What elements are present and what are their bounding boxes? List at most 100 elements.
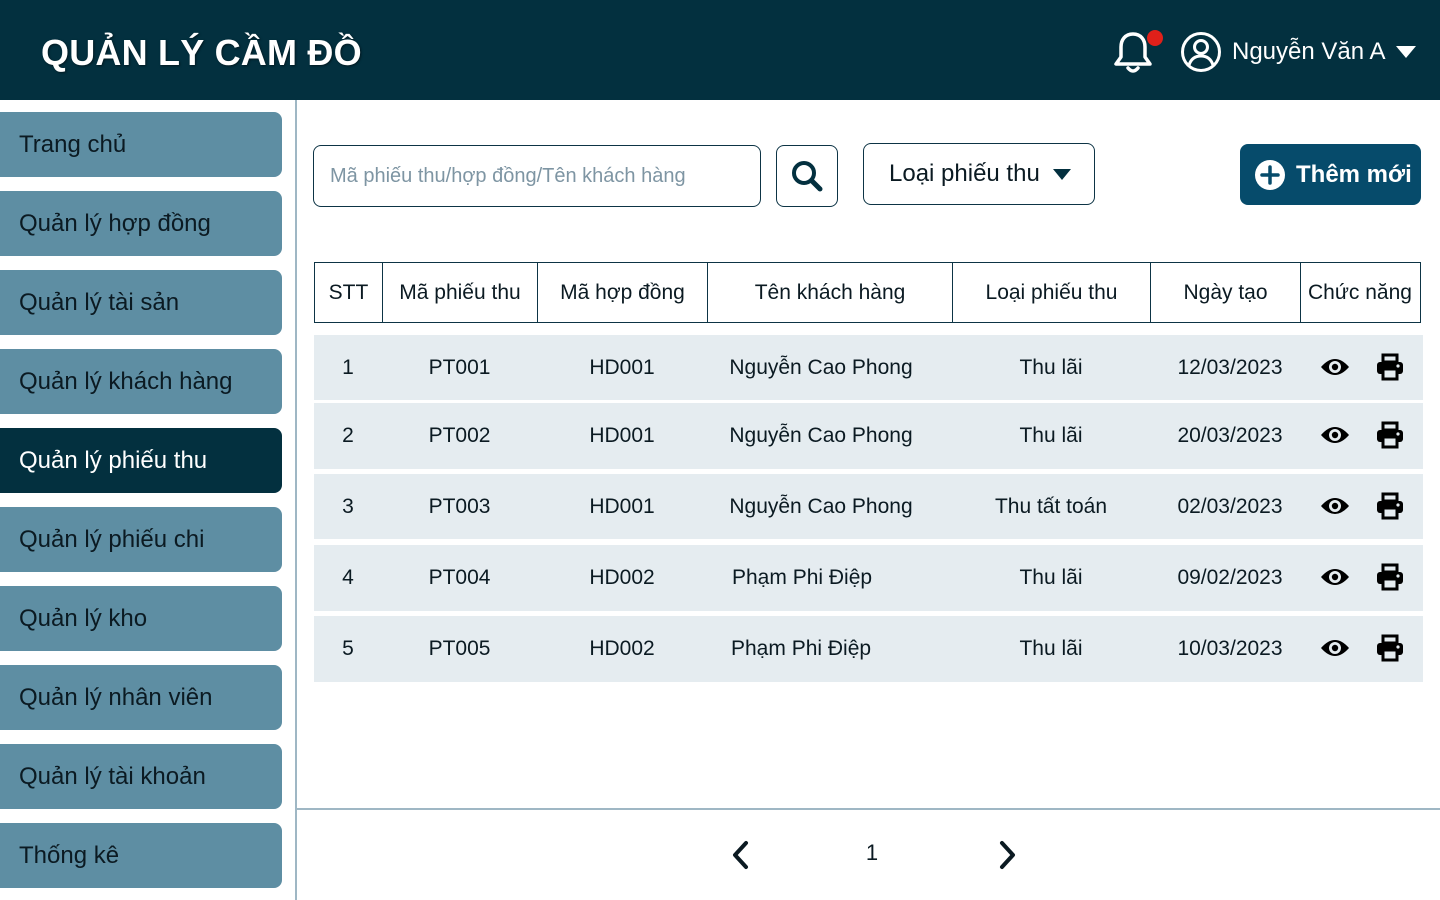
cell-customer: Phạm Phi Điệp	[731, 637, 872, 660]
sidebar-item-label: Quản lý hợp đồng	[19, 209, 211, 237]
column-header: Chức năng	[1308, 280, 1412, 304]
user-menu[interactable]: Nguyễn Văn A	[1180, 30, 1417, 74]
column-header: Mã hợp đồng	[538, 263, 708, 322]
sidebar-item-label: Quản lý phiếu thu	[19, 446, 208, 474]
printer-icon	[1377, 563, 1403, 591]
print-button[interactable]	[1374, 561, 1406, 593]
previous-page-button[interactable]	[723, 838, 757, 872]
cell-customer: Nguyễn Cao Phong	[729, 355, 913, 379]
cell-date: 20/03/2023	[1177, 424, 1283, 447]
sidebar-item-label: Thống kê	[19, 841, 120, 869]
cell-contract-id: HD001	[589, 424, 655, 447]
table-header: STT Mã phiếu thu Mã hợp đồng Tên khách h…	[314, 262, 1421, 323]
table-row: 1 PT001 HD001 Nguyễn Cao Phong Thu lãi 1…	[314, 335, 1423, 400]
receipt-type-select[interactable]: Loại phiếu thu	[863, 143, 1095, 205]
sidebar-item-statistics[interactable]: Thống kê	[0, 823, 282, 888]
eye-icon	[1321, 498, 1349, 514]
print-button[interactable]	[1374, 419, 1406, 451]
eye-icon	[1321, 427, 1349, 443]
sidebar-item-customers[interactable]: Quản lý khách hàng	[0, 349, 282, 414]
cell-stt: 1	[342, 355, 354, 379]
user-circle-icon	[1181, 32, 1221, 72]
sidebar-item-label: Quản lý phiếu chi	[19, 525, 205, 553]
add-new-label: Thêm mới	[1296, 160, 1412, 188]
app-title: QUẢN LÝ CẦM ĐỒ	[41, 32, 362, 73]
cell-stt: 5	[342, 637, 354, 660]
column-header: Ngày tạo	[1151, 263, 1301, 322]
sidebar-item-assets[interactable]: Quản lý tài sản	[0, 270, 282, 335]
printer-icon	[1377, 492, 1403, 520]
page-number[interactable]: 1	[856, 840, 888, 870]
next-page-button[interactable]	[991, 838, 1025, 872]
cell-type: Thu lãi	[1019, 566, 1083, 589]
sidebar-item-label: Quản lý tài sản	[19, 288, 180, 316]
print-button[interactable]	[1374, 351, 1406, 383]
printer-icon	[1377, 353, 1403, 381]
cell-contract-id: HD002	[589, 637, 655, 660]
sidebar-item-accounts[interactable]: Quản lý tài khoản	[0, 744, 282, 809]
sidebar-item-label: Quản lý khách hàng	[19, 367, 233, 395]
cell-stt: 2	[342, 424, 354, 447]
sidebar-item-warehouse[interactable]: Quản lý kho	[0, 586, 282, 651]
print-button[interactable]	[1374, 632, 1406, 664]
cell-date: 12/03/2023	[1177, 355, 1283, 379]
cell-date: 09/02/2023	[1177, 566, 1283, 589]
cell-contract-id: HD001	[589, 494, 655, 518]
sidebar-item-employees[interactable]: Quản lý nhân viên	[0, 665, 282, 730]
sidebar: Trang chủ Quản lý hợp đồng Quản lý tài s…	[0, 100, 297, 900]
cell-receipt-id: PT004	[428, 566, 491, 589]
chevron-down-icon	[1052, 168, 1071, 180]
search-button[interactable]	[776, 145, 838, 207]
search-input[interactable]	[313, 145, 761, 207]
view-button[interactable]	[1319, 490, 1351, 522]
sidebar-item-contracts[interactable]: Quản lý hợp đồng	[0, 191, 282, 256]
column-header: Tên khách hàng	[708, 263, 953, 322]
sidebar-item-home[interactable]: Trang chủ	[0, 112, 282, 177]
cell-customer: Nguyễn Cao Phong	[729, 494, 913, 518]
cell-type: Thu lãi	[1019, 355, 1083, 379]
cell-type: Thu lãi	[1019, 637, 1083, 660]
cell-customer: Phạm Phi Điệp	[732, 566, 873, 589]
cell-date: 10/03/2023	[1177, 637, 1283, 660]
eye-icon	[1321, 569, 1349, 585]
top-header: QUẢN LÝ CẦM ĐỒ Nguyễn Văn A	[0, 0, 1440, 100]
print-button[interactable]	[1374, 490, 1406, 522]
column-header: Mã phiếu thu	[383, 263, 538, 322]
view-button[interactable]	[1319, 419, 1351, 451]
search-icon	[792, 161, 823, 192]
sidebar-item-label: Quản lý tài khoản	[19, 762, 206, 790]
add-new-button[interactable]: Thêm mới	[1240, 144, 1421, 205]
notification-dot	[1147, 30, 1163, 46]
cell-type: Thu lãi	[1019, 424, 1083, 447]
table-row: 2 PT002 HD001 Nguyễn Cao Phong Thu lãi 2…	[314, 403, 1423, 469]
cell-receipt-id: PT005	[428, 637, 491, 660]
pagination-divider	[297, 808, 1440, 810]
user-name: Nguyễn Văn A	[1232, 38, 1386, 65]
cell-stt: 4	[342, 566, 354, 589]
eye-icon	[1321, 640, 1349, 656]
sidebar-item-label: Quản lý nhân viên	[19, 683, 213, 711]
plus-circle-icon	[1255, 159, 1285, 190]
printer-icon	[1377, 421, 1403, 449]
table-row: 4 PT004 HD002 Phạm Phi Điệp Thu lãi 09/0…	[314, 545, 1423, 611]
sidebar-item-payments[interactable]: Quản lý phiếu chi	[0, 507, 282, 572]
cell-type: Thu tất toán	[994, 494, 1108, 518]
view-button[interactable]	[1319, 351, 1351, 383]
cell-stt: 3	[342, 494, 354, 518]
sidebar-item-label: Quản lý kho	[19, 604, 148, 632]
table-row: 3 PT003 HD001 Nguyễn Cao Phong Thu tất t…	[314, 474, 1423, 539]
cell-contract-id: HD002	[589, 566, 655, 589]
cell-receipt-id: PT003	[428, 494, 491, 518]
cell-date: 02/03/2023	[1177, 494, 1283, 518]
view-button[interactable]	[1319, 632, 1351, 664]
view-button[interactable]	[1319, 561, 1351, 593]
cell-receipt-id: PT002	[428, 424, 491, 447]
table-row: 5 PT005 HD002 Phạm Phi Điệp Thu lãi 10/0…	[314, 616, 1423, 682]
chevron-down-icon	[1396, 46, 1417, 58]
column-header: STT	[315, 263, 383, 322]
cell-customer: Nguyễn Cao Phong	[729, 424, 913, 447]
chevron-right-icon	[1000, 841, 1015, 869]
sidebar-item-receipts[interactable]: Quản lý phiếu thu	[0, 428, 282, 493]
eye-icon	[1321, 359, 1349, 375]
receipt-type-label: Loại phiếu thu	[889, 160, 1040, 187]
